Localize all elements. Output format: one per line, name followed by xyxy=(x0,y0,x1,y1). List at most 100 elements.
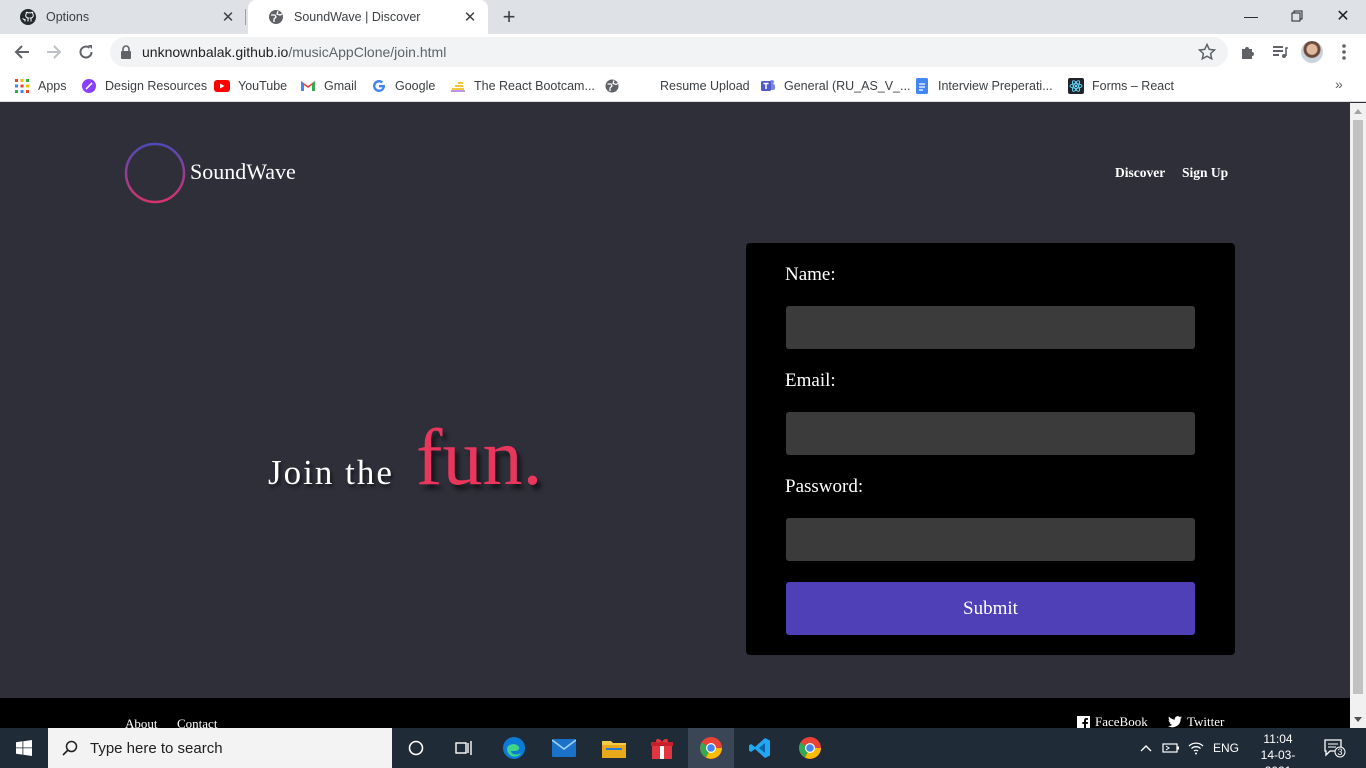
docs-icon xyxy=(914,78,930,94)
chrome-taskbar-active-icon[interactable] xyxy=(688,728,734,768)
hero-accent-text: fun. xyxy=(415,414,543,502)
tray-chevron-up-icon[interactable] xyxy=(1140,728,1152,768)
footer-contact-link[interactable]: Contact xyxy=(177,716,217,728)
back-arrow-icon[interactable] xyxy=(8,38,36,66)
bookmark-gmail[interactable]: Gmail xyxy=(300,76,357,96)
footer-about-label: About xyxy=(125,716,158,728)
bookmark-label: Apps xyxy=(38,79,67,93)
hero-lead-text: Join the xyxy=(268,453,394,492)
bookmark-label: YouTube xyxy=(238,79,288,93)
bookmark-forms-react[interactable]: Forms – React xyxy=(1068,76,1174,96)
browser-tab-options[interactable]: Options ✕ xyxy=(0,0,246,34)
search-icon xyxy=(62,740,78,756)
address-bar[interactable]: unknownbalak.github.io/musicAppClone/joi… xyxy=(110,37,1228,67)
nav-signup-link[interactable]: Sign Up xyxy=(1182,165,1228,181)
task-view-icon[interactable] xyxy=(444,728,484,768)
email-label: Email: xyxy=(785,370,836,391)
chevron-double-right-icon[interactable]: » xyxy=(1335,76,1343,92)
nav-discover-link[interactable]: Discover xyxy=(1115,165,1165,181)
scroll-thumb[interactable] xyxy=(1353,120,1363,694)
bookmark-react-bootcamp[interactable]: The React Bootcam... xyxy=(450,76,595,96)
bookmark-general-teams[interactable]: General (RU_AS_V_... xyxy=(760,76,910,96)
apps-grid-icon xyxy=(14,78,30,94)
clock-date: 14-03-2021 xyxy=(1260,748,1296,768)
footer-contact-label: Contact xyxy=(177,716,218,728)
browser-tab-soundwave[interactable]: SoundWave | Discover ✕ xyxy=(248,0,488,34)
name-field[interactable] xyxy=(786,306,1195,349)
bookmark-label: General (RU_AS_V_... xyxy=(784,79,911,93)
github-icon xyxy=(20,9,36,25)
bookmark-design-resources[interactable]: Design Resources xyxy=(81,76,207,96)
close-window-icon[interactable]: ✕ xyxy=(1320,0,1366,32)
extensions-puzzle-icon[interactable] xyxy=(1237,41,1259,63)
bookmark-globe[interactable] xyxy=(604,76,628,96)
globe-icon xyxy=(268,9,284,25)
profile-avatar[interactable] xyxy=(1301,41,1323,63)
forward-arrow-icon[interactable] xyxy=(40,38,68,66)
language-indicator[interactable]: ENG xyxy=(1213,728,1239,768)
scroll-down-arrow-icon[interactable] xyxy=(1354,717,1362,722)
submit-button[interactable]: Submit xyxy=(786,582,1195,635)
windows-taskbar: Type here to search ENG 11:04 14-03-2021 xyxy=(0,728,1366,768)
page-scrollbar[interactable] xyxy=(1350,103,1366,728)
bootcamp-icon xyxy=(450,78,466,94)
globe-icon xyxy=(604,78,620,94)
windows-start-icon[interactable] xyxy=(0,728,48,768)
bookmark-label: Design Resources xyxy=(105,79,208,93)
hero-heading: Join the fun. xyxy=(268,413,543,504)
url-text: unknownbalak.github.io/musicAppClone/joi… xyxy=(142,44,446,60)
restore-icon[interactable] xyxy=(1274,0,1320,32)
footer-about-link[interactable]: About xyxy=(125,716,158,728)
bookmark-label: Gmail xyxy=(324,79,357,93)
bookmark-apps[interactable]: Apps xyxy=(14,76,67,96)
edge-browser-icon[interactable] xyxy=(494,728,534,768)
password-field[interactable] xyxy=(786,518,1195,561)
design-icon xyxy=(81,78,97,94)
password-label: Password: xyxy=(785,476,864,497)
gmail-icon xyxy=(300,78,316,94)
vscode-icon[interactable] xyxy=(738,728,782,768)
brand-name[interactable]: SoundWave xyxy=(190,159,296,185)
page-viewport: SoundWave Discover Sign Up Join the fun. … xyxy=(0,103,1350,728)
youtube-icon xyxy=(214,78,230,94)
twitter-icon xyxy=(1168,716,1182,728)
new-tab-plus-icon[interactable]: + xyxy=(496,4,522,29)
bookmark-resume-upload[interactable]: Resume Upload xyxy=(660,76,750,96)
cortana-circle-icon[interactable] xyxy=(396,728,436,768)
bookmark-star-icon[interactable] xyxy=(1197,42,1217,66)
taskbar-clock[interactable]: 11:04 14-03-2021 xyxy=(1248,731,1308,768)
close-icon[interactable]: ✕ xyxy=(460,7,480,27)
search-placeholder: Type here to search xyxy=(90,739,223,757)
tab-title: Options xyxy=(46,10,90,24)
soundwave-logo-icon[interactable] xyxy=(124,142,186,204)
minimize-icon[interactable]: — xyxy=(1228,0,1274,32)
footer: About Contact FaceBook Twitter xyxy=(0,698,1350,728)
lock-icon xyxy=(120,45,132,64)
taskbar-search-box[interactable]: Type here to search xyxy=(48,728,392,768)
bookmark-google[interactable]: Google xyxy=(371,76,435,96)
browser-tab-strip: Options ✕ SoundWave | Discover ✕ + — ✕ xyxy=(0,0,1366,34)
notification-center-icon[interactable]: 3 xyxy=(1324,728,1346,768)
gift-app-icon[interactable] xyxy=(642,728,682,768)
react-icon xyxy=(1068,78,1084,94)
scroll-up-arrow-icon[interactable] xyxy=(1354,109,1362,114)
bookmark-label: Resume Upload xyxy=(660,79,750,93)
kebab-menu-icon[interactable] xyxy=(1333,41,1355,63)
battery-icon[interactable] xyxy=(1162,728,1180,768)
clock-time: 11:04 xyxy=(1263,732,1293,746)
email-field[interactable] xyxy=(786,412,1195,455)
chrome-icon[interactable] xyxy=(788,728,832,768)
file-explorer-icon[interactable] xyxy=(594,728,634,768)
wifi-icon[interactable] xyxy=(1188,728,1204,768)
close-icon[interactable]: ✕ xyxy=(218,7,238,27)
bookmark-youtube[interactable]: YouTube xyxy=(214,76,287,96)
mail-icon[interactable] xyxy=(544,728,584,768)
facebook-icon xyxy=(1077,715,1090,728)
footer-twitter-link[interactable]: Twitter xyxy=(1168,714,1224,728)
bookmark-interview-prep[interactable]: Interview Preperati... xyxy=(914,76,1053,96)
bookmark-label: Google xyxy=(395,79,436,93)
bookmark-label: Interview Preperati... xyxy=(938,79,1053,93)
reload-icon[interactable] xyxy=(72,38,100,66)
footer-facebook-link[interactable]: FaceBook xyxy=(1077,714,1148,728)
media-queue-icon[interactable] xyxy=(1269,41,1291,63)
